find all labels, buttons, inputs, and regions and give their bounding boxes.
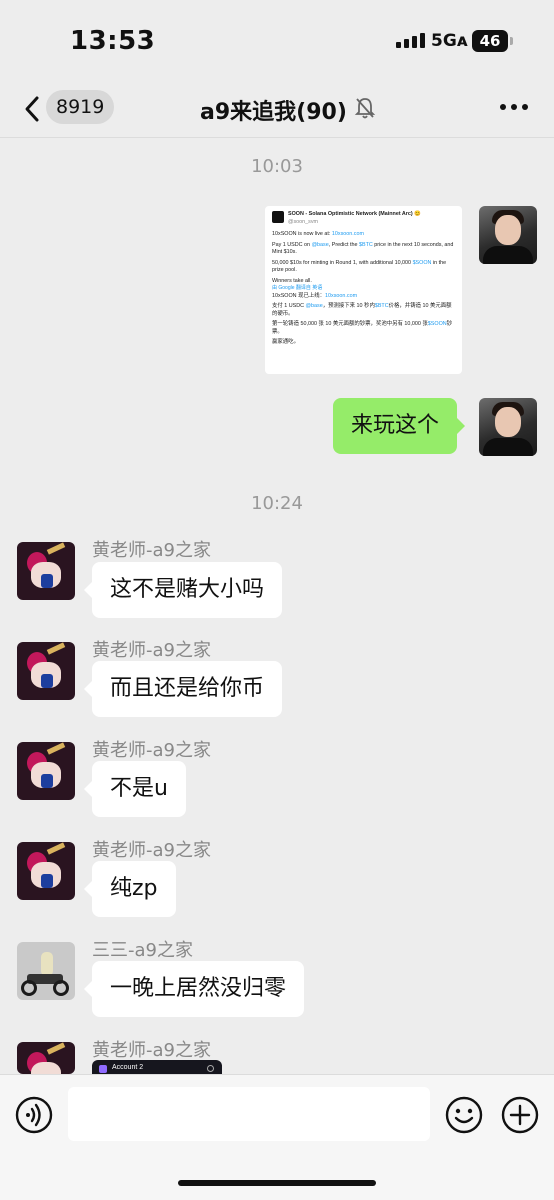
tweet-line: 支付 1 USDC @base，预测接下来 10 秒内$BTC价格，并铸造 10…: [272, 303, 452, 317]
mute-bell-icon: [354, 98, 376, 119]
tweet-line: Winners take all.: [272, 277, 312, 284]
image-caption: Account 2: [112, 1064, 144, 1071]
message-bubble[interactable]: 不是u: [84, 761, 186, 817]
info-icon: [207, 1065, 214, 1072]
tweet-line: 50,000 $10s for minting in Round 1, with…: [272, 259, 447, 274]
translate-note: 由 Google 翻译自 英语: [272, 285, 323, 291]
tweet-screenshot-image[interactable]: SOON - Solana Optimistic Network (Mainne…: [265, 206, 462, 374]
sender-avatar[interactable]: [17, 1042, 75, 1074]
unread-count-badge[interactable]: 8919: [46, 90, 115, 124]
tweet-line: Pay 1 USDC on @base, Predict the $BTC pr…: [272, 241, 454, 256]
timestamp: 10:24: [251, 493, 303, 514]
timestamp: 10:03: [251, 156, 303, 177]
wallet-icon: [99, 1065, 107, 1073]
sender-avatar[interactable]: [17, 942, 75, 1000]
emoji-icon[interactable]: [444, 1095, 484, 1135]
home-indicator: [178, 1180, 376, 1186]
sender-avatar[interactable]: [17, 742, 75, 800]
my-avatar[interactable]: [479, 398, 537, 456]
message-text-input[interactable]: [68, 1087, 430, 1141]
message-bubble[interactable]: 而且还是给你币: [83, 661, 283, 717]
tweet-line: 第一轮铸造 50,000 张 10 美元面额的钞票，奖池中另有 10,000 张…: [272, 321, 453, 335]
message-bubble[interactable]: 纯zp: [84, 861, 176, 917]
tweet-handle: @soon_svm: [288, 218, 319, 225]
sender-name: 三三-a9之家: [92, 940, 193, 961]
sender-name: 黄老师-a9之家: [92, 1040, 211, 1061]
sender-avatar[interactable]: [17, 642, 75, 700]
battery-icon: 46: [472, 30, 513, 52]
status-time: 13:53: [70, 26, 156, 56]
my-message-bubble[interactable]: 来玩这个: [333, 398, 466, 454]
chat-header: 8919 a9来追我(90): [0, 80, 554, 138]
chat-title: a9来追我(90): [200, 100, 347, 125]
sender-name: 黄老师-a9之家: [92, 540, 211, 561]
message-bubble[interactable]: 这不是赌大小吗: [83, 562, 283, 618]
sender-avatar[interactable]: [17, 542, 75, 600]
cellular-signal-icon: [396, 32, 425, 48]
tweet-line: 10xSOON is now live at: 10xsoon.com: [272, 231, 364, 237]
tweet-author: SOON - Solana Optimistic Network (Mainne…: [288, 211, 421, 217]
back-chevron-icon[interactable]: [22, 94, 44, 124]
sender-name: 黄老师-a9之家: [92, 640, 211, 661]
sender-avatar[interactable]: [17, 842, 75, 900]
my-avatar[interactable]: [479, 206, 537, 264]
tweet-line: 赢家通吃。: [272, 339, 299, 345]
status-bar: 13:53 5Gᴀ 46: [0, 0, 554, 80]
more-functions-plus-icon[interactable]: [500, 1095, 540, 1135]
tweet-line: 10xSOON 现已上线：10xsoon.com: [272, 292, 358, 299]
message-bubble[interactable]: 一晚上居然没归零: [83, 961, 305, 1017]
voice-input-icon[interactable]: [14, 1095, 54, 1135]
more-options-icon[interactable]: [500, 104, 528, 110]
sender-name: 黄老师-a9之家: [92, 840, 211, 861]
sender-name: 黄老师-a9之家: [92, 740, 211, 761]
network-type: 5Gᴀ: [431, 31, 468, 51]
soon-logo-icon: [272, 211, 284, 223]
